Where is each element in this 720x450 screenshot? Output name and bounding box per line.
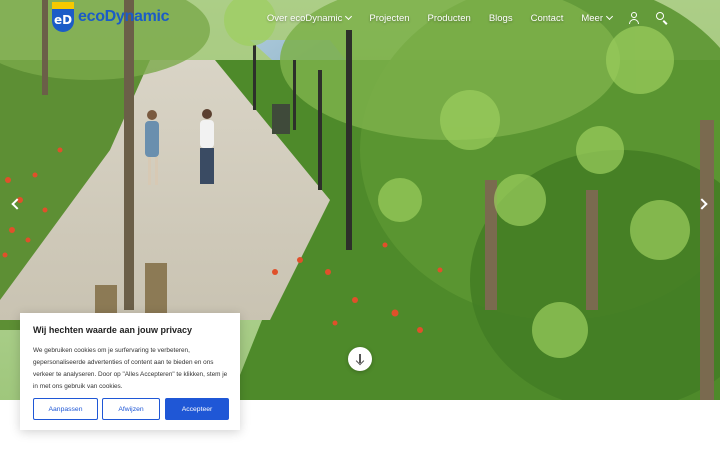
site-header: eD ecoDynamic Over ecoDynamic Projecten …: [0, 0, 720, 40]
search-icon-ring: [656, 12, 664, 20]
cookie-title: Wij hechten waarde aan jouw privacy: [33, 325, 192, 335]
nav-item-label: Projecten: [369, 12, 410, 24]
scroll-down-button[interactable]: [348, 347, 372, 371]
nav-item-contact[interactable]: Contact: [531, 13, 564, 24]
nav-item-label: Producten: [427, 12, 471, 24]
nav-item-meer[interactable]: Meer: [581, 12, 614, 24]
cookie-banner: Wij hechten waarde aan jouw privacy We g…: [20, 313, 240, 430]
nav-item-projecten[interactable]: Projecten: [369, 13, 409, 24]
search-icon-handle: [662, 20, 668, 25]
cookie-buttons: Aanpassen Afwijzen Accepteer: [33, 398, 229, 420]
nav-item-blogs[interactable]: Blogs: [489, 13, 513, 24]
cookie-text: We gebruiken cookies om je surfervaring …: [33, 347, 228, 390]
page: eD ecoDynamic Over ecoDynamic Projecten …: [0, 0, 720, 450]
user-icon-body: [629, 19, 639, 24]
chevron-down-icon: [605, 12, 614, 21]
logo-name: ecoDynamic: [78, 8, 170, 25]
nav-item-over-ecodynamic[interactable]: Over ecoDynamic: [266, 12, 353, 24]
nav-item-producten[interactable]: Producten: [428, 13, 471, 24]
arrow-left-icon[interactable]: [9, 196, 23, 212]
arrow-right-chevron: [696, 198, 708, 210]
logo-mark: eD: [52, 2, 74, 32]
nav-item-label: Over ecoDynamic: [266, 12, 343, 24]
arrow-down-icon-head: [355, 356, 365, 366]
main-nav: Over ecoDynamic Projecten Producten Blog…: [266, 12, 668, 25]
logo-mark-top: [52, 2, 74, 9]
search-icon[interactable]: [656, 12, 668, 25]
arrow-left-chevron: [11, 198, 23, 210]
user-icon[interactable]: [628, 12, 640, 24]
nav-item-label: Blogs: [488, 12, 513, 24]
user-icon-head: [631, 12, 637, 18]
nav-item-label: Meer: [581, 12, 603, 24]
accept-button[interactable]: Accepteer: [165, 398, 229, 420]
arrow-right-icon[interactable]: [696, 196, 711, 212]
chevron-down-icon: [345, 12, 353, 21]
logo-mark-text: eD: [52, 9, 74, 32]
logo[interactable]: eD ecoDynamic: [52, 2, 170, 32]
reject-button[interactable]: Afwijzen: [102, 398, 160, 420]
customize-button[interactable]: Aanpassen: [33, 398, 98, 420]
nav-item-label: Contact: [530, 12, 564, 24]
